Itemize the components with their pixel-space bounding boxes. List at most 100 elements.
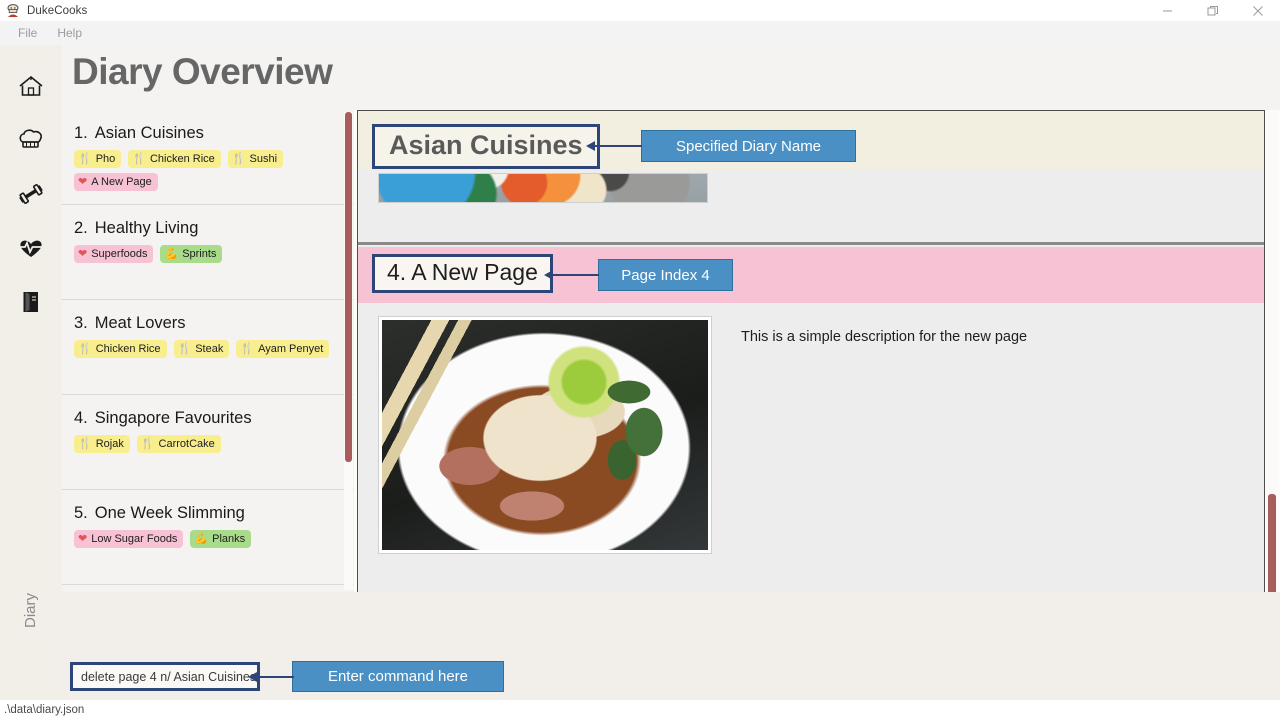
page-body: This is a simple description for the new… <box>358 303 1264 596</box>
diary-list-item-name: Singapore Favourites <box>94 409 252 427</box>
annotation-diary-name: Specified Diary Name <box>641 130 856 162</box>
heart-icon: ❤ <box>78 247 88 260</box>
diary-tag[interactable]: ❤ Low Sugar Foods <box>74 530 184 548</box>
diary-list-item[interactable]: 1. Asian Cuisines 🍴 Pho 🍴 Chicken Rice 🍴 Sushi ❤… <box>62 110 354 205</box>
diary-list-item-tags: 🍴 Pho 🍴 Chicken Rice 🍴 Sushi ❤ A New Page <box>74 150 342 191</box>
diary-list[interactable]: 1. Asian Cuisines 🍴 Pho 🍴 Chicken Rice 🍴 Sushi ❤… <box>62 110 354 592</box>
status-file-path: .\data\diary.json <box>4 704 85 716</box>
content-scrollbar[interactable] <box>1267 112 1277 604</box>
menu-file[interactable]: File <box>8 21 47 45</box>
diary-tag[interactable]: ❤ A New Page <box>74 173 158 191</box>
diary-list-item-index: 1. <box>74 124 88 142</box>
cutlery-icon: 🍴 <box>177 342 192 355</box>
heartbeat-icon[interactable] <box>11 221 51 275</box>
diary-tag-label: Ayam Penyet <box>258 343 324 355</box>
muscle-icon: 💪 <box>164 247 179 260</box>
content-scrollbar-thumb[interactable] <box>1268 494 1276 604</box>
diary-content-panel: Asian Cuisines 4. A New Page This is a s… <box>357 110 1265 597</box>
title-bar: DukeCooks <box>0 0 1280 21</box>
diary-list-item-tags: 🍴 Chicken Rice 🍴 Steak 🍴 Ayam Penyet <box>74 340 342 358</box>
diary-book-icon[interactable] <box>11 275 51 329</box>
diary-tag[interactable]: 🍴 Sushi <box>227 150 284 168</box>
diary-name-heading: Asian Cuisines <box>372 124 600 169</box>
diary-tag-label: Steak <box>195 343 224 355</box>
menu-bar: File Help <box>0 21 1280 45</box>
diary-list-item-title: 2. Healthy Living <box>74 219 342 238</box>
page-title-band: 4. A New Page <box>358 247 1264 303</box>
diary-list-item[interactable]: 5. One Week Slimming ❤ Low Sugar Foods 💪 Plan… <box>62 490 354 585</box>
page-header: Diary Overview <box>62 45 1280 110</box>
cutlery-icon: 🍴 <box>231 152 246 165</box>
muscle-icon: 💪 <box>194 532 209 545</box>
home-icon[interactable] <box>11 59 51 113</box>
diary-list-item-tags: ❤ Superfoods 💪 Sprints <box>74 245 342 263</box>
diary-tag[interactable]: 🍴 CarrotCake <box>136 435 221 453</box>
diary-list-scrollbar-thumb[interactable] <box>345 112 352 462</box>
chef-avatar-icon <box>5 3 21 18</box>
diary-tag-label: Planks <box>212 533 246 545</box>
diary-tag[interactable]: 💪 Sprints <box>160 245 223 263</box>
diary-list-item[interactable]: 4. Singapore Favourites 🍴 Rojak 🍴 CarrotCake <box>62 395 354 490</box>
sushi-platter-photo <box>378 173 708 203</box>
diary-tag-label: Rojak <box>95 438 124 450</box>
cutlery-icon: 🍴 <box>78 342 92 355</box>
diary-tag-label: Pho <box>95 153 116 165</box>
diary-list-item-index: 5. <box>74 504 88 522</box>
heart-icon: ❤ <box>78 532 88 545</box>
diary-list-item-tags: 🍴 Rojak 🍴 CarrotCake <box>74 435 342 453</box>
rail-vertical-label: Diary <box>0 565 62 655</box>
diary-tag-label: A New Page <box>91 176 152 188</box>
diary-list-item-tags: ❤ Low Sugar Foods 💪 Planks <box>74 530 342 548</box>
diary-tag[interactable]: 🍴 Pho <box>74 150 122 168</box>
diary-list-item-name: Meat Lovers <box>94 314 186 332</box>
diary-tag-label: Sprints <box>182 248 217 260</box>
close-button[interactable] <box>1235 0 1280 21</box>
minimize-button[interactable] <box>1145 0 1190 21</box>
rail-vertical-label-text: Diary <box>22 592 40 628</box>
diary-tag[interactable]: 🍴 Chicken Rice <box>74 340 167 358</box>
window-title: DukeCooks <box>27 4 88 17</box>
cutlery-icon: 🍴 <box>140 437 155 450</box>
annotation-diary-name-arrow <box>586 141 642 151</box>
annotation-command-box-arrow <box>248 672 294 682</box>
pho-noodle-soup-image <box>382 320 708 550</box>
command-input-value: delete page 4 n/ Asian Cuisines <box>81 669 257 684</box>
panel-divider <box>358 242 1264 245</box>
diary-tag[interactable]: 💪 Planks <box>190 530 252 548</box>
diary-list-item[interactable]: 2. Healthy Living ❤ Superfoods 💪 Sprints <box>62 205 354 300</box>
diary-list-item-partial[interactable] <box>62 585 354 592</box>
diary-tag-label: Chicken Rice <box>95 343 161 355</box>
diary-tag[interactable]: ❤ Superfoods <box>74 245 154 263</box>
diary-list-item-title: 3. Meat Lovers <box>74 314 342 333</box>
cutlery-icon: 🍴 <box>240 342 255 355</box>
pho-noodle-soup-photo <box>378 316 712 554</box>
diary-tag-label: Chicken Rice <box>149 153 215 165</box>
diary-list-item-name: Asian Cuisines <box>94 124 204 142</box>
diary-list-item-index: 4. <box>74 409 88 427</box>
page-title-heading: 4. A New Page <box>372 254 553 293</box>
diary-tag[interactable]: 🍴 Steak <box>173 340 230 358</box>
diary-list-item[interactable]: 3. Meat Lovers 🍴 Chicken Rice 🍴 Steak 🍴 Ayam Pe… <box>62 300 354 395</box>
chef-hat-icon[interactable] <box>11 113 51 167</box>
cutlery-icon: 🍴 <box>78 152 92 165</box>
command-area: delete page 4 n/ Asian Cuisines <box>62 592 1280 700</box>
diary-list-item-title: 4. Singapore Favourites <box>74 409 342 428</box>
diary-list-scrollbar[interactable] <box>344 112 353 590</box>
diary-list-item-index: 2. <box>74 219 88 237</box>
window-controls <box>1145 0 1280 21</box>
diary-tag[interactable]: 🍴 Ayam Penyet <box>236 340 330 358</box>
diary-tag[interactable]: 🍴 Chicken Rice <box>128 150 221 168</box>
menu-help[interactable]: Help <box>47 21 92 45</box>
diary-list-item-name: One Week Slimming <box>94 504 245 522</box>
restore-button[interactable] <box>1190 0 1235 21</box>
diary-list-item-name: Healthy Living <box>94 219 199 237</box>
page-title: Diary Overview <box>72 51 333 92</box>
dumbbell-icon[interactable] <box>11 167 51 221</box>
annotation-page-index-arrow <box>544 270 599 280</box>
diary-list-item-title: 1. Asian Cuisines <box>74 124 342 143</box>
diary-list-item-title: 5. One Week Slimming <box>74 504 342 523</box>
diary-tag[interactable]: 🍴 Rojak <box>74 435 130 453</box>
sushi-platter-image <box>379 174 707 202</box>
cutlery-icon: 🍴 <box>132 152 146 165</box>
command-input[interactable]: delete page 4 n/ Asian Cuisines <box>70 662 260 691</box>
